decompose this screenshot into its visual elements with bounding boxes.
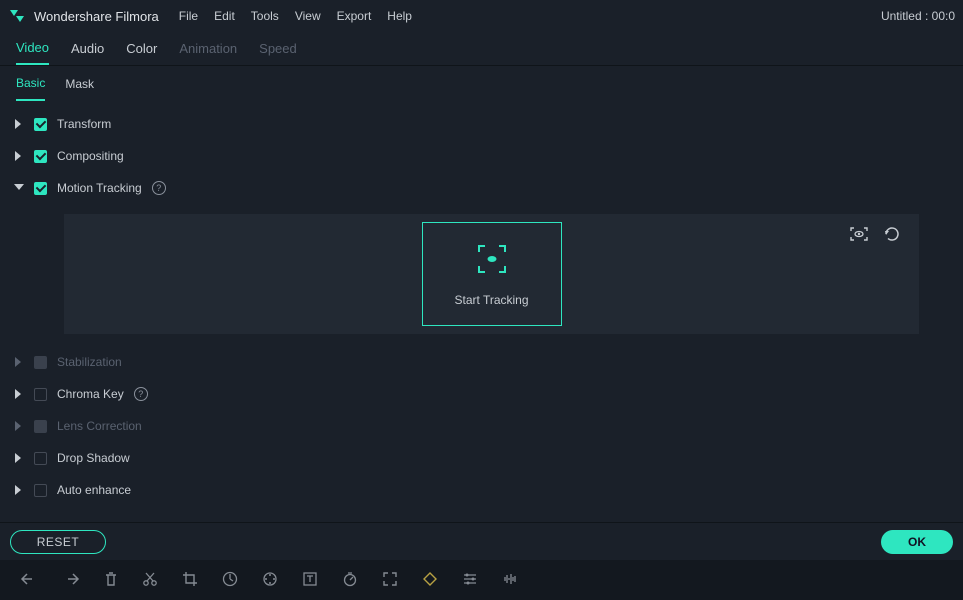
document-title: Untitled : 00:0 [881, 9, 955, 23]
menu-items: File Edit Tools View Export Help [179, 9, 412, 23]
checkbox-drop-shadow[interactable] [34, 452, 47, 465]
chevron-right-icon [14, 357, 24, 367]
filmora-logo-icon [8, 7, 26, 25]
ok-button[interactable]: OK [881, 530, 953, 554]
cut-icon[interactable] [142, 571, 158, 590]
chevron-right-icon[interactable] [14, 151, 24, 161]
subtab-basic[interactable]: Basic [16, 67, 45, 101]
checkbox-auto-enhance[interactable] [34, 484, 47, 497]
menu-edit[interactable]: Edit [214, 9, 235, 23]
speed-icon[interactable] [222, 571, 238, 590]
eye-bracket-icon[interactable] [849, 226, 869, 245]
duration-icon[interactable] [342, 571, 358, 590]
properties-panel: Transform Compositing Motion Tracking ? … [0, 102, 963, 506]
prop-label-drop-shadow: Drop Shadow [57, 451, 130, 465]
prop-lens-correction: Lens Correction [14, 410, 949, 442]
checkbox-motion-tracking[interactable] [34, 182, 47, 195]
tab-color[interactable]: Color [126, 33, 157, 64]
text-icon[interactable] [302, 571, 318, 590]
prop-label-stabilization: Stabilization [57, 355, 122, 369]
prop-label-chroma-key: Chroma Key [57, 387, 124, 401]
help-icon[interactable]: ? [134, 387, 148, 401]
action-bar: RESET OK [0, 522, 963, 560]
menubar: Wondershare Filmora File Edit Tools View… [0, 0, 963, 32]
start-tracking-label: Start Tracking [454, 293, 528, 307]
prop-motion-tracking: Motion Tracking ? [14, 172, 949, 204]
checkbox-transform[interactable] [34, 118, 47, 131]
reset-button[interactable]: RESET [10, 530, 106, 554]
menu-file[interactable]: File [179, 9, 198, 23]
color-icon[interactable] [262, 571, 278, 590]
app-logo: Wondershare Filmora [8, 7, 159, 25]
menu-export[interactable]: Export [337, 9, 372, 23]
prop-chroma-key: Chroma Key ? [14, 378, 949, 410]
redo-icon[interactable] [62, 572, 80, 589]
chevron-right-icon[interactable] [14, 485, 24, 495]
prop-auto-enhance: Auto enhance [14, 474, 949, 506]
keyframe-icon[interactable] [422, 571, 438, 590]
chevron-right-icon [14, 421, 24, 431]
chevron-down-icon[interactable] [14, 184, 24, 192]
reset-icon[interactable] [883, 226, 901, 245]
tab-audio[interactable]: Audio [71, 33, 104, 64]
prop-compositing: Compositing [14, 140, 949, 172]
checkbox-chroma-key[interactable] [34, 388, 47, 401]
start-tracking-button[interactable]: Start Tracking [422, 222, 562, 326]
help-icon[interactable]: ? [152, 181, 166, 195]
main-tabs: Video Audio Color Animation Speed [0, 32, 963, 66]
prop-stabilization: Stabilization [14, 346, 949, 378]
tracking-panel-icons [849, 226, 901, 245]
chevron-right-icon[interactable] [14, 453, 24, 463]
prop-transform: Transform [14, 108, 949, 140]
tracking-target-icon [475, 242, 509, 279]
motion-tracking-panel: Start Tracking [64, 214, 919, 334]
sub-tabs: Basic Mask [0, 66, 963, 102]
delete-icon[interactable] [104, 571, 118, 590]
app-name: Wondershare Filmora [34, 9, 159, 24]
tab-video[interactable]: Video [16, 32, 49, 65]
prop-label-motion-tracking: Motion Tracking [57, 181, 142, 195]
fullscreen-icon[interactable] [382, 571, 398, 590]
prop-drop-shadow: Drop Shadow [14, 442, 949, 474]
checkbox-stabilization [34, 356, 47, 369]
menu-tools[interactable]: Tools [251, 9, 279, 23]
adjust-icon[interactable] [462, 571, 478, 590]
tab-animation: Animation [179, 33, 237, 64]
checkbox-compositing[interactable] [34, 150, 47, 163]
subtab-mask[interactable]: Mask [65, 68, 94, 100]
chevron-right-icon[interactable] [14, 389, 24, 399]
checkbox-lens-correction [34, 420, 47, 433]
menu-help[interactable]: Help [387, 9, 412, 23]
tab-speed: Speed [259, 33, 297, 64]
crop-icon[interactable] [182, 571, 198, 590]
audio-icon[interactable] [502, 571, 518, 590]
undo-icon[interactable] [20, 572, 38, 589]
bottom-toolbar [0, 560, 963, 600]
chevron-right-icon[interactable] [14, 119, 24, 129]
prop-label-compositing: Compositing [57, 149, 124, 163]
prop-label-transform: Transform [57, 117, 111, 131]
menu-view[interactable]: View [295, 9, 321, 23]
prop-label-lens-correction: Lens Correction [57, 419, 142, 433]
prop-label-auto-enhance: Auto enhance [57, 483, 131, 497]
